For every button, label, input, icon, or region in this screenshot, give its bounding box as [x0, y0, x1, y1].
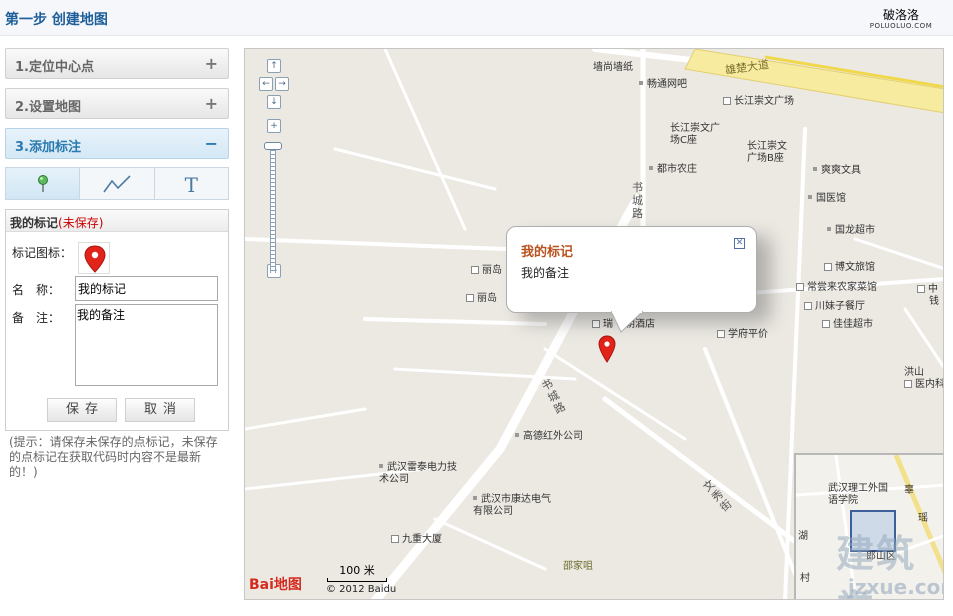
map-poi[interactable]: 长江崇文广场C座 [670, 123, 728, 147]
pin-icon [37, 174, 48, 192]
note-label: 备 注： [12, 311, 61, 325]
map-poi[interactable]: 武汉雷泰电力技术公司 [379, 462, 461, 486]
map-poi[interactable]: 川妹子餐厅 [804, 301, 865, 313]
red-marker-icon[interactable] [597, 335, 617, 363]
note-field[interactable]: 我的备注 [75, 304, 218, 386]
expand-icon: + [204, 94, 218, 113]
map-poi[interactable]: 中 [917, 284, 938, 296]
info-window-title: 我的标记 [521, 245, 574, 260]
save-tip-text: (提示：请保存未保存的点标记，未保存的点标记在获取代码时内容不是最新的！) [9, 435, 218, 479]
road-label: 书城路 [632, 181, 643, 220]
text-tool-button[interactable]: T [154, 168, 228, 199]
marker-icon-picker[interactable] [78, 242, 110, 274]
logo-text: 破洛洛 [882, 8, 919, 22]
save-button[interactable]: 保存 [47, 398, 117, 422]
cancel-button[interactable]: 取消 [125, 398, 195, 422]
marker-title: 我的标记 [10, 216, 59, 230]
sidebar: 1.定位中心点 + 2.设置地图 + 3.添加标注 − T 我的标记(未保存) [5, 48, 229, 431]
copyright-text: © 2012 Baidu [326, 584, 397, 595]
site-logo[interactable]: 破洛洛 POLUOLUO.COM [866, 9, 936, 31]
map-poi[interactable]: 常尝来农家菜馆 [796, 282, 877, 294]
pan-left-button[interactable]: ← [259, 77, 273, 91]
zoom-slider[interactable] [270, 143, 276, 273]
baidu-logo[interactable]: Bai地图 [249, 574, 302, 594]
map-poi[interactable]: 医内科 [904, 379, 943, 391]
scale-line [327, 578, 387, 582]
top-bar: 第一步 创建地图 破洛洛 POLUOLUO.COM [0, 0, 953, 36]
map-poi[interactable]: 畅通网吧 [639, 79, 687, 91]
info-window: 我的标记 我的备注 ✕ [506, 226, 757, 333]
marker-toolbar: T [5, 167, 229, 200]
map-poi[interactable]: 国龙超市 [827, 225, 875, 237]
section-set-center[interactable]: 1.定位中心点 + [5, 48, 229, 79]
icon-label: 标记图标： [12, 246, 73, 260]
map-poi[interactable]: 爽爽文具 [813, 165, 861, 177]
map-poi[interactable]: 长江崇文广场B座 [747, 141, 795, 165]
close-icon[interactable]: ✕ [734, 238, 745, 249]
map-poi[interactable]: 博文旅馆 [824, 262, 875, 274]
pan-down-button[interactable]: ↓ [267, 95, 281, 109]
overview-label: 武汉理工外国语学院 [828, 483, 888, 506]
map-poi[interactable]: 国医馆 [808, 193, 846, 205]
map-poi[interactable]: 丽岛 [466, 293, 497, 305]
section-label: 3.添加标注 [15, 140, 81, 155]
polyline-tool-button[interactable] [80, 168, 155, 199]
map-poi[interactable]: 学府平价 [717, 329, 768, 341]
zoom-slider-handle[interactable] [264, 142, 282, 150]
section-add-markers[interactable]: 3.添加标注 − [5, 128, 229, 159]
map-canvas[interactable]: 雄楚大道 书城路 书城路 文秀街 墙尚墙纸 畅通网吧 长江崇文广场 长江崇文广场… [244, 48, 944, 600]
map-poi[interactable]: 墙尚墙纸 [593, 62, 633, 74]
page-title: 第一步 创建地图 [5, 12, 108, 28]
map-poi[interactable]: 长江崇文广场 [723, 96, 794, 108]
info-window-pointer [611, 311, 644, 333]
text-tool-icon: T [184, 173, 198, 197]
map-poi[interactable]: 都市农庄 [649, 164, 697, 176]
baidu-logo-text: Bai地图 [249, 577, 302, 593]
section-label: 2.设置地图 [15, 100, 81, 115]
overview-label: 湖 [798, 531, 808, 542]
map-poi[interactable]: 邵家咀 [563, 561, 593, 573]
scale-bar: 100 米 [327, 562, 387, 582]
name-label: 名 称： [12, 283, 61, 297]
map-poi[interactable]: 瑞 [592, 319, 613, 331]
scale-label: 100 米 [339, 564, 375, 577]
unsaved-status: (未保存) [58, 216, 104, 230]
overview-label: 辜 [904, 485, 914, 496]
map-poi[interactable]: 高德红外公司 [515, 431, 583, 443]
marker-editor-panel: 我的标记(未保存) 标记图标： 名 称： 备 注： 我的备注 保存 取消 [5, 209, 229, 431]
map-poi[interactable]: 钱 [929, 296, 939, 308]
map-poi[interactable]: 丽岛 [471, 265, 502, 277]
map-poi[interactable]: 佳佳超市 [822, 319, 873, 331]
watermark-url: jzxue.com [848, 575, 943, 599]
polyline-icon [103, 174, 131, 192]
map-poi[interactable]: 武汉市康达电气有限公司 [473, 494, 555, 518]
logo-subtext: POLUOLUO.COM [869, 22, 933, 30]
panel-header: 我的标记(未保存) [6, 210, 228, 232]
zoom-in-button[interactable]: + [267, 119, 281, 133]
collapse-icon: − [204, 134, 218, 153]
map-poi[interactable]: 洪山 [904, 367, 924, 379]
expand-icon: + [204, 54, 218, 73]
section-map-settings[interactable]: 2.设置地图 + [5, 88, 229, 119]
pan-right-button[interactable]: → [275, 77, 289, 91]
section-label: 1.定位中心点 [15, 60, 94, 75]
pan-up-button[interactable]: ↑ [267, 59, 281, 73]
info-window-note: 我的备注 [521, 266, 570, 280]
point-tool-button[interactable] [6, 168, 81, 199]
red-marker-icon [84, 245, 106, 273]
overview-label: 村 [800, 573, 810, 584]
map-poi[interactable]: 九重大厦 [391, 534, 442, 546]
name-field[interactable] [75, 276, 218, 301]
